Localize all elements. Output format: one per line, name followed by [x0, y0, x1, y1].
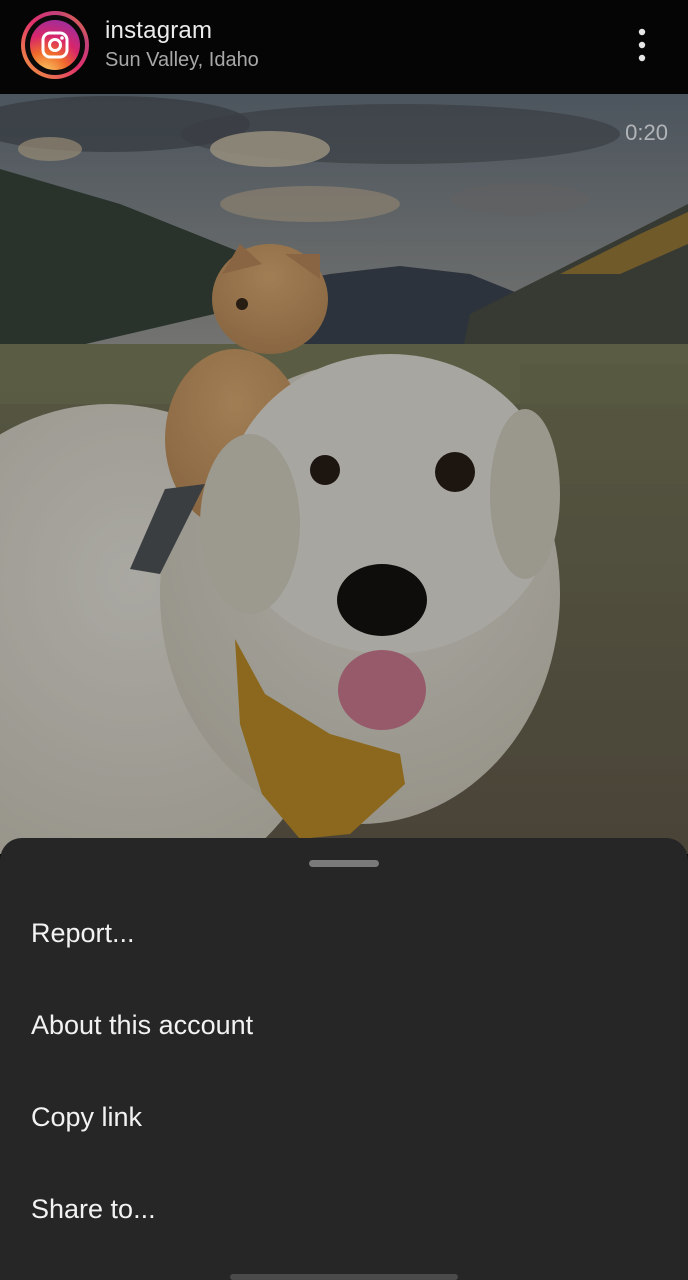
- share-to-menu-item[interactable]: Share to...: [0, 1163, 688, 1255]
- avatar[interactable]: [21, 11, 89, 79]
- screen: instagram Sun Valley, Idaho 0:20 Report.…: [0, 0, 688, 1280]
- copy-link-menu-item[interactable]: Copy link: [0, 1071, 688, 1163]
- sheet-drag-handle[interactable]: [309, 860, 379, 867]
- options-sheet: Report... About this account Copy link S…: [0, 838, 688, 1280]
- post-header: instagram Sun Valley, Idaho: [0, 0, 688, 94]
- video-timestamp: 0:20: [625, 120, 668, 145]
- instagram-logo-icon: [30, 20, 80, 70]
- options-menu: Report... About this account Copy link S…: [0, 887, 688, 1255]
- navigation-gesture-bar[interactable]: [230, 1274, 458, 1280]
- report-menu-item[interactable]: Report...: [0, 887, 688, 979]
- account-name[interactable]: instagram: [105, 17, 212, 45]
- more-vertical-icon: [638, 28, 646, 62]
- post-video[interactable]: 0:20: [0, 94, 688, 854]
- location-label[interactable]: Sun Valley, Idaho: [105, 49, 259, 72]
- more-options-button[interactable]: [620, 22, 664, 68]
- about-account-menu-item[interactable]: About this account: [0, 979, 688, 1071]
